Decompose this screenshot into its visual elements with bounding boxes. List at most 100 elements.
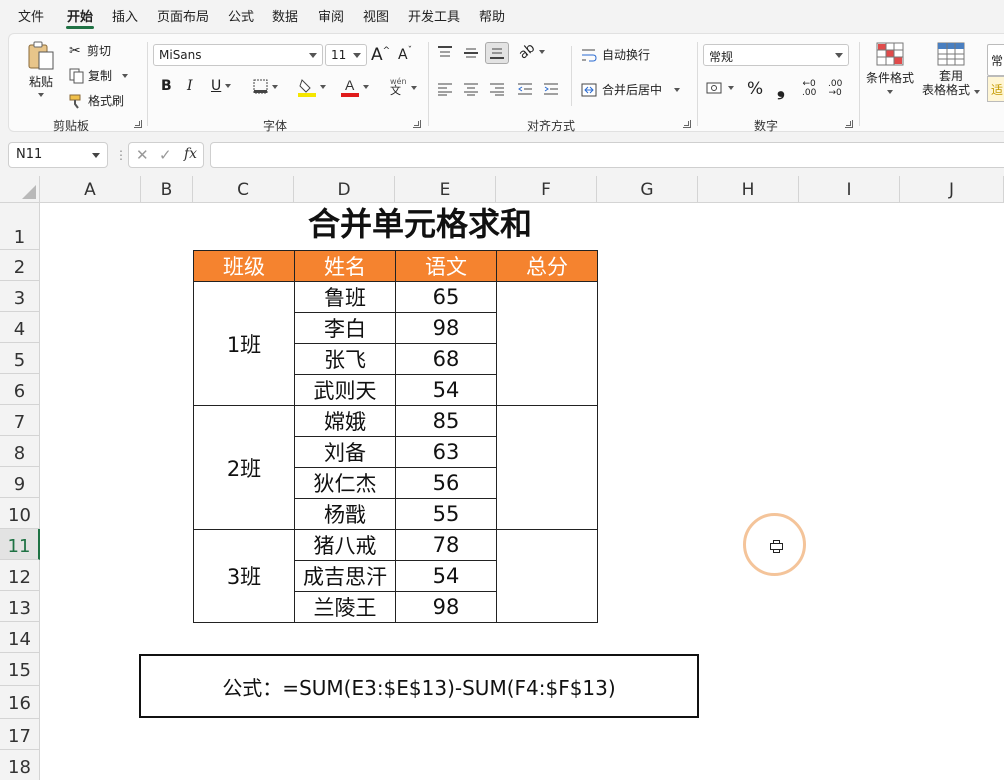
name-box[interactable]: N11	[8, 142, 108, 168]
align-top-button[interactable]	[437, 46, 453, 60]
align-right-button[interactable]	[489, 82, 505, 96]
row-header-8[interactable]: 8	[0, 436, 40, 467]
row-header-12[interactable]: 12	[0, 560, 40, 591]
score-cell[interactable]: 54	[395, 374, 497, 406]
decrease-decimal-button[interactable]: .00 →0	[828, 80, 842, 98]
paste-button[interactable]: 粘贴	[23, 40, 59, 97]
align-bottom-button[interactable]	[485, 42, 509, 64]
score-cell[interactable]: 54	[395, 560, 497, 592]
font-size-select[interactable]: 11	[325, 44, 367, 66]
shrink-font-button[interactable]: Aˇ	[398, 46, 412, 63]
score-cell[interactable]: 85	[395, 405, 497, 437]
font-color-button[interactable]: A	[341, 77, 369, 97]
menu-home[interactable]: 开始	[67, 6, 93, 25]
score-cell[interactable]: 78	[395, 529, 497, 561]
decrease-indent-button[interactable]	[517, 82, 533, 96]
alignment-launcher-icon[interactable]	[683, 120, 691, 128]
formula-note-box[interactable]: 公式：=SUM(E3:$E$13)-SUM(F4:$F$13)	[139, 654, 699, 718]
insert-function-button[interactable]: fx	[184, 146, 197, 162]
format-painter-button[interactable]: 格式刷	[69, 92, 124, 109]
row-header-7[interactable]: 7	[0, 405, 40, 436]
menu-review[interactable]: 审阅	[318, 6, 344, 25]
merge-center-button[interactable]: 合并后居中	[581, 81, 681, 98]
score-cell[interactable]: 65	[395, 281, 497, 313]
name-cell[interactable]: 张飞	[294, 343, 396, 375]
menu-developer[interactable]: 开发工具	[408, 6, 460, 25]
format-as-table-button[interactable]: 套用 表格格式	[921, 42, 981, 97]
column-header-d[interactable]: D	[294, 176, 395, 203]
formula-bar-more-icon[interactable]: ⋮	[115, 148, 127, 162]
row-header-4[interactable]: 4	[0, 312, 40, 343]
increase-decimal-button[interactable]: ←0.00	[802, 80, 816, 98]
column-header-a[interactable]: A	[40, 176, 141, 203]
row-header-2[interactable]: 2	[0, 250, 40, 281]
number-format-select[interactable]: 常规	[703, 44, 849, 66]
row-header-5[interactable]: 5	[0, 343, 40, 374]
column-header-c[interactable]: C	[193, 176, 294, 203]
italic-button[interactable]: I	[187, 78, 193, 94]
column-header-f[interactable]: F	[496, 176, 597, 203]
name-cell[interactable]: 兰陵王	[294, 591, 396, 623]
comma-style-button[interactable]: ❟	[777, 76, 785, 100]
merged-class-cell[interactable]: 2班	[193, 405, 295, 530]
merged-class-cell[interactable]: 1班	[193, 281, 295, 406]
cell-styles-gallery-2[interactable]: 适	[987, 76, 1004, 102]
fill-color-button[interactable]	[298, 77, 326, 97]
conditional-formatting-button[interactable]: 条件格式	[865, 42, 915, 94]
menu-page-layout[interactable]: 页面布局	[157, 6, 209, 25]
underline-button[interactable]: U	[211, 78, 232, 94]
increase-indent-button[interactable]	[543, 82, 559, 96]
merged-total-cell[interactable]	[496, 281, 598, 406]
name-cell[interactable]: 成吉思汗	[294, 560, 396, 592]
font-family-select[interactable]: MiSans	[153, 44, 323, 66]
row-header-17[interactable]: 17	[0, 719, 40, 750]
cancel-icon[interactable]: ✕	[136, 146, 149, 164]
merged-total-cell[interactable]	[496, 405, 598, 530]
name-cell[interactable]: 刘备	[294, 436, 396, 468]
row-header-13[interactable]: 13	[0, 591, 40, 622]
name-cell[interactable]: 鲁班	[294, 281, 396, 313]
row-header-11[interactable]: 11	[0, 529, 40, 560]
row-header-9[interactable]: 9	[0, 467, 40, 498]
clipboard-launcher-icon[interactable]	[134, 120, 142, 128]
header-cell-total[interactable]: 总分	[496, 250, 598, 282]
percent-style-button[interactable]: %	[747, 79, 763, 99]
chevron-down-icon[interactable]	[411, 86, 417, 90]
align-left-button[interactable]	[437, 82, 453, 96]
column-header-i[interactable]: I	[799, 176, 900, 203]
row-header-3[interactable]: 3	[0, 281, 40, 312]
score-cell[interactable]: 56	[395, 467, 497, 499]
wrap-text-button[interactable]: 自动换行	[581, 46, 650, 63]
column-header-j[interactable]: J	[900, 176, 1004, 203]
align-middle-button[interactable]	[463, 46, 479, 60]
score-cell[interactable]: 63	[395, 436, 497, 468]
menu-file[interactable]: 文件	[18, 6, 44, 25]
enter-icon[interactable]: ✓	[159, 146, 172, 164]
score-cell[interactable]: 98	[395, 312, 497, 344]
row-header-15[interactable]: 15	[0, 653, 40, 686]
sheet-title[interactable]: 合并单元格求和	[40, 204, 800, 250]
spreadsheet-grid[interactable]: A B C D E F G H I J 1 2 3 4 5 6 7 8 9 10…	[0, 176, 1004, 780]
menu-data[interactable]: 数据	[272, 6, 298, 25]
grow-font-button[interactable]: A ^	[371, 45, 390, 65]
accounting-format-button[interactable]	[706, 81, 734, 95]
row-header-10[interactable]: 10	[0, 498, 40, 529]
name-cell[interactable]: 武则天	[294, 374, 396, 406]
name-cell[interactable]: 杨戬	[294, 498, 396, 530]
name-cell[interactable]: 嫦娥	[294, 405, 396, 437]
menu-formulas[interactable]: 公式	[228, 6, 254, 25]
formula-input[interactable]	[210, 142, 1004, 168]
score-cell[interactable]: 98	[395, 591, 497, 623]
borders-button[interactable]	[253, 79, 278, 94]
score-cell[interactable]: 55	[395, 498, 497, 530]
menu-view[interactable]: 视图	[363, 6, 389, 25]
menu-insert[interactable]: 插入	[112, 6, 138, 25]
merged-class-cell[interactable]: 3班	[193, 529, 295, 623]
row-header-6[interactable]: 6	[0, 374, 40, 405]
header-cell-name[interactable]: 姓名	[294, 250, 396, 282]
cell-styles-gallery[interactable]: 常	[987, 44, 1004, 76]
name-cell[interactable]: 李白	[294, 312, 396, 344]
column-header-e[interactable]: E	[395, 176, 496, 203]
row-header-1[interactable]: 1	[0, 203, 40, 250]
cut-button[interactable]: ✂ 剪切	[69, 42, 111, 59]
